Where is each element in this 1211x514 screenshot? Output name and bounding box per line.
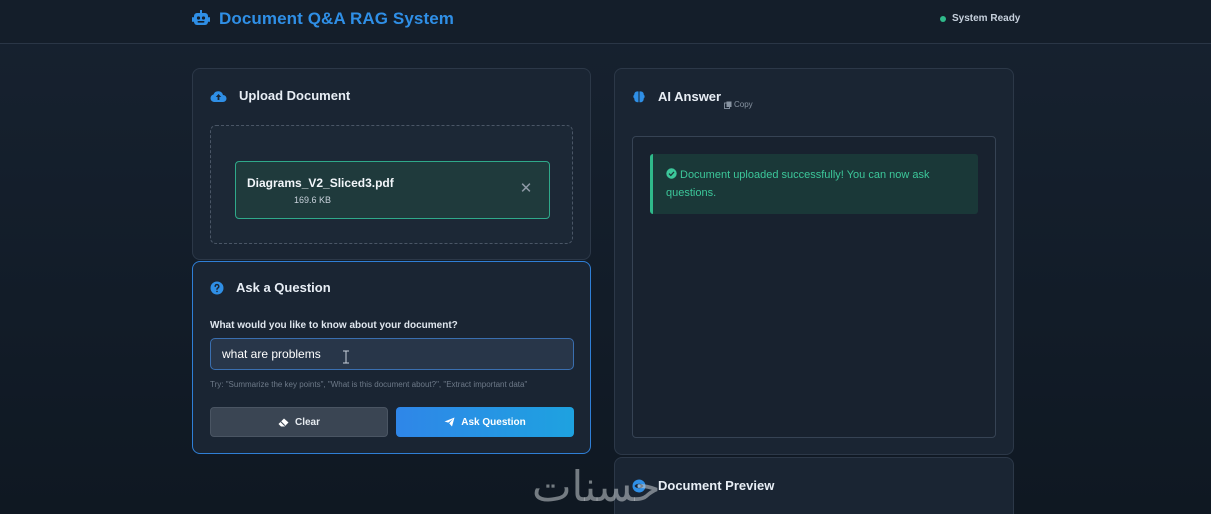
file-size: 169.6 KB (294, 195, 332, 205)
eraser-icon (278, 418, 289, 426)
top-bar: Document Q&A RAG System System Ready (0, 0, 1211, 44)
question-label: What would you like to know about your d… (210, 320, 458, 331)
app-title: Document Q&A RAG System (219, 9, 454, 28)
paper-plane-icon (444, 417, 455, 427)
system-status: System Ready (940, 13, 1020, 24)
upload-card: Upload Document Diagrams_V2_Sliced3.pdf … (192, 68, 591, 260)
status-text: System Ready (952, 13, 1021, 24)
file-dropzone[interactable]: Diagrams_V2_Sliced3.pdf 169.6 KB ✕ (210, 125, 573, 244)
file-name: Diagrams_V2_Sliced3.pdf (247, 176, 394, 190)
answer-card: AI Answer Copy Document uploaded success… (614, 68, 1014, 455)
cloud-upload-icon (210, 90, 227, 102)
answer-header: AI Answer (632, 89, 721, 104)
copy-label: Copy (734, 100, 753, 109)
question-circle-icon (210, 281, 224, 294)
clear-button[interactable]: Clear (210, 407, 388, 437)
robot-icon (192, 10, 210, 25)
answer-output: Document uploaded successfully! You can … (632, 136, 996, 438)
question-title: Ask a Question (236, 280, 331, 295)
question-header: Ask a Question (210, 280, 331, 295)
clear-label: Clear (294, 416, 320, 428)
brain-icon (633, 90, 645, 102)
copy-icon (724, 101, 732, 109)
upload-title: Upload Document (239, 88, 351, 103)
question-input[interactable] (210, 338, 574, 370)
success-text: Document uploaded successfully! You can … (666, 169, 930, 199)
close-icon[interactable]: ✕ (519, 181, 533, 196)
document-preview-card: Document Preview (614, 457, 1014, 514)
upload-header: Upload Document (210, 88, 350, 103)
question-card: Ask a Question What would you like to kn… (192, 261, 591, 454)
watermark: حسنات (532, 462, 661, 511)
preview-title: Document Preview (658, 478, 775, 493)
app-logo: Document Q&A RAG System (191, 8, 454, 30)
answer-title: AI Answer (658, 89, 722, 104)
status-dot-icon (940, 15, 946, 22)
check-circle-icon (666, 168, 677, 179)
ask-label: Ask Question (461, 416, 526, 428)
question-hint: Try: "Summarize the key points", "What i… (210, 380, 528, 389)
ask-question-button[interactable]: Ask Question (396, 407, 574, 437)
success-message: Document uploaded successfully! You can … (650, 154, 978, 214)
copy-button[interactable]: Copy (724, 100, 753, 109)
text-cursor-icon (343, 350, 349, 364)
uploaded-file: Diagrams_V2_Sliced3.pdf 169.6 KB ✕ (235, 161, 550, 219)
